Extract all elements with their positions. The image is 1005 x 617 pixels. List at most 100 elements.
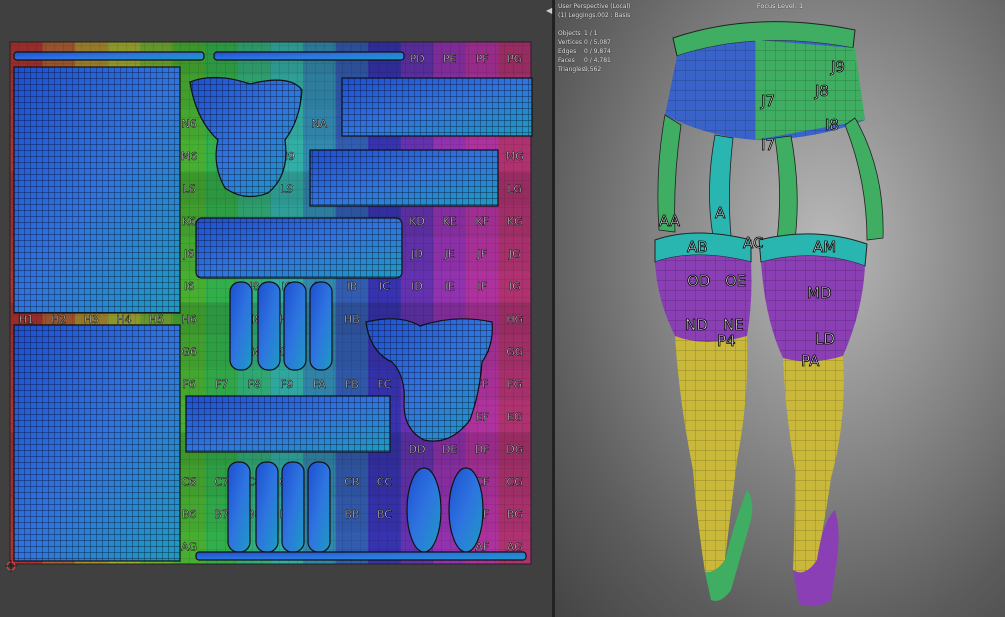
uv-cell-label: IC bbox=[379, 280, 390, 293]
mesh-uv-label: AC bbox=[743, 234, 763, 252]
uv-cell-label: DD bbox=[409, 443, 426, 456]
uv-cell-label: PE bbox=[443, 52, 457, 65]
mesh-uv-label: AB bbox=[687, 238, 708, 256]
stat-row: Faces 0 / 4,781 bbox=[558, 57, 611, 64]
uv-cell-label: F8 bbox=[248, 378, 261, 391]
stat-label: Triangles bbox=[558, 66, 585, 73]
uv-cell-label: FG bbox=[507, 378, 522, 391]
uv-island-strip[interactable] bbox=[213, 51, 405, 61]
uv-cell-label: HG bbox=[506, 313, 523, 326]
uv-cell-label: JF bbox=[476, 248, 487, 261]
viewport-perspective: User Perspective (Local) bbox=[558, 3, 631, 10]
uv-island-strap[interactable] bbox=[281, 461, 305, 553]
uv-cell-label: DE bbox=[442, 443, 457, 456]
uv-cell-label: B6 bbox=[182, 508, 197, 521]
uv-island-strap[interactable] bbox=[255, 461, 279, 553]
uv-cell-label: G6 bbox=[181, 345, 197, 358]
uv-cell-label: LG bbox=[507, 183, 522, 196]
mesh-uv-label: OE bbox=[725, 272, 746, 290]
uv-cell-label: JE bbox=[443, 248, 454, 261]
uv-cell-label: EG bbox=[507, 410, 522, 423]
uv-cell-label: H2 bbox=[51, 313, 66, 326]
uv-cell-label: EF bbox=[476, 410, 489, 423]
active-object-name: (1) Leggings.002 : Basis bbox=[558, 12, 631, 19]
uv-cell-label: GG bbox=[506, 345, 523, 358]
mesh-uv-label: I8 bbox=[825, 116, 839, 134]
viewport-canvas[interactable]: J7J8J9I7I8AB AC AMOD OEMDND NELDPAP4AAA bbox=[555, 0, 1005, 617]
uv-cell-label: MG bbox=[506, 150, 524, 163]
uv-island-wire bbox=[14, 67, 180, 313]
uv-cell-label: L9 bbox=[280, 183, 293, 196]
mesh-uv-label: J9 bbox=[830, 58, 845, 76]
uv-island-wire bbox=[14, 325, 180, 561]
uv-cell-label: H5 bbox=[149, 313, 164, 326]
stat-row: Objects 1 / 1 bbox=[558, 30, 597, 37]
uv-island-strap[interactable] bbox=[227, 461, 251, 553]
uv-cell-label: KD bbox=[409, 215, 425, 228]
uv-cell-label: KG bbox=[507, 215, 523, 228]
uv-island-strap[interactable] bbox=[307, 461, 331, 553]
mesh-uv-label: OD bbox=[687, 272, 710, 290]
uv-cell-label: FB bbox=[345, 378, 359, 391]
uv-cell-label: H1 bbox=[19, 313, 34, 326]
3d-viewport[interactable]: J7 J8 J9 I7 I8 AB AC AM OD OE MD ND NE LD PA P4 A AA Focu… bbox=[555, 0, 1005, 617]
stat-row: Vertices 0 / 5,087 bbox=[558, 39, 611, 46]
uv-cell-label: BG bbox=[507, 508, 523, 521]
mesh-uv-label: A bbox=[715, 204, 726, 222]
uv-island-wire bbox=[342, 78, 532, 136]
uv-cell-label: H6 bbox=[181, 313, 196, 326]
stat-label: Faces bbox=[558, 57, 575, 64]
uv-cell-label: K6 bbox=[182, 215, 196, 228]
uv-cell-label: DG bbox=[506, 443, 523, 456]
mesh-uv-label: P4 bbox=[717, 332, 736, 350]
uv-editor-panel[interactable]: PDPEPFPGN6N9NAM6M9MGL6L9LGK6KDKEKFKGJ6JD… bbox=[0, 0, 552, 617]
uv-island-strap[interactable] bbox=[283, 281, 307, 371]
uv-cell-label: IF bbox=[477, 280, 487, 293]
uv-island-strip[interactable] bbox=[195, 551, 527, 561]
uv-cell-label: IB bbox=[347, 280, 358, 293]
uv-island-wire bbox=[186, 396, 390, 452]
mesh-uv-label: AA bbox=[659, 212, 681, 230]
mesh-uv-label: MD bbox=[807, 284, 832, 302]
uv-cell-label: JG bbox=[508, 248, 521, 261]
mesh-uv-label: ND bbox=[685, 316, 708, 334]
uv-cell-label: CG bbox=[507, 476, 523, 489]
uv-cell-label: L6 bbox=[183, 183, 196, 196]
uv-island-sole[interactable] bbox=[448, 467, 484, 553]
stat-value: 0 / 9,874 bbox=[584, 48, 611, 55]
uv-island-wire bbox=[310, 150, 498, 206]
uv-cell-label: BB bbox=[344, 508, 359, 521]
stat-label: Objects bbox=[558, 30, 581, 37]
uv-cell-label: PG bbox=[507, 52, 522, 65]
uv-island-strap[interactable] bbox=[229, 281, 253, 371]
uv-cell-label: KF bbox=[475, 215, 489, 228]
uv-cell-label: F7 bbox=[215, 378, 228, 391]
stat-row: Triangles9,562 bbox=[558, 66, 601, 73]
mesh-uv-label: I7 bbox=[761, 136, 775, 154]
uv-cell-label: I6 bbox=[184, 280, 194, 293]
uv-island-sole[interactable] bbox=[406, 467, 442, 553]
uv-island-strap[interactable] bbox=[309, 281, 333, 371]
mesh-uv-label: LD bbox=[815, 330, 835, 348]
uv-canvas[interactable]: PDPEPFPGN6N9NAM6M9MGL6L9LGK6KDKEKFKGJ6JD… bbox=[0, 0, 552, 617]
uv-cell-label: H3 bbox=[84, 313, 99, 326]
stat-value: 9,562 bbox=[584, 66, 602, 73]
uv-cell-label: M6 bbox=[181, 150, 198, 163]
uv-cell-label: JD bbox=[410, 248, 423, 261]
uv-island-wire bbox=[196, 218, 402, 278]
uv-cell-label: PD bbox=[409, 52, 424, 65]
uv-cell-label: J6 bbox=[183, 248, 194, 261]
uv-cell-label: IG bbox=[509, 280, 521, 293]
stat-label: Edges bbox=[558, 48, 577, 55]
stat-row: Edges 0 / 9,874 bbox=[558, 48, 611, 55]
uv-cell-label: F6 bbox=[182, 378, 195, 391]
stat-value: 0 / 4,781 bbox=[584, 57, 611, 64]
mesh-uv-label: PA bbox=[801, 352, 820, 370]
uv-island-strip[interactable] bbox=[13, 51, 205, 61]
uv-island-strap[interactable] bbox=[257, 281, 281, 371]
uv-cell-label: HB bbox=[344, 313, 360, 326]
stat-value: 0 / 5,087 bbox=[584, 39, 611, 46]
collapse-arrow-icon[interactable]: ◀ bbox=[546, 6, 552, 15]
uv-cell-label: C6 bbox=[182, 476, 197, 489]
uv-cell-label: H4 bbox=[116, 313, 131, 326]
